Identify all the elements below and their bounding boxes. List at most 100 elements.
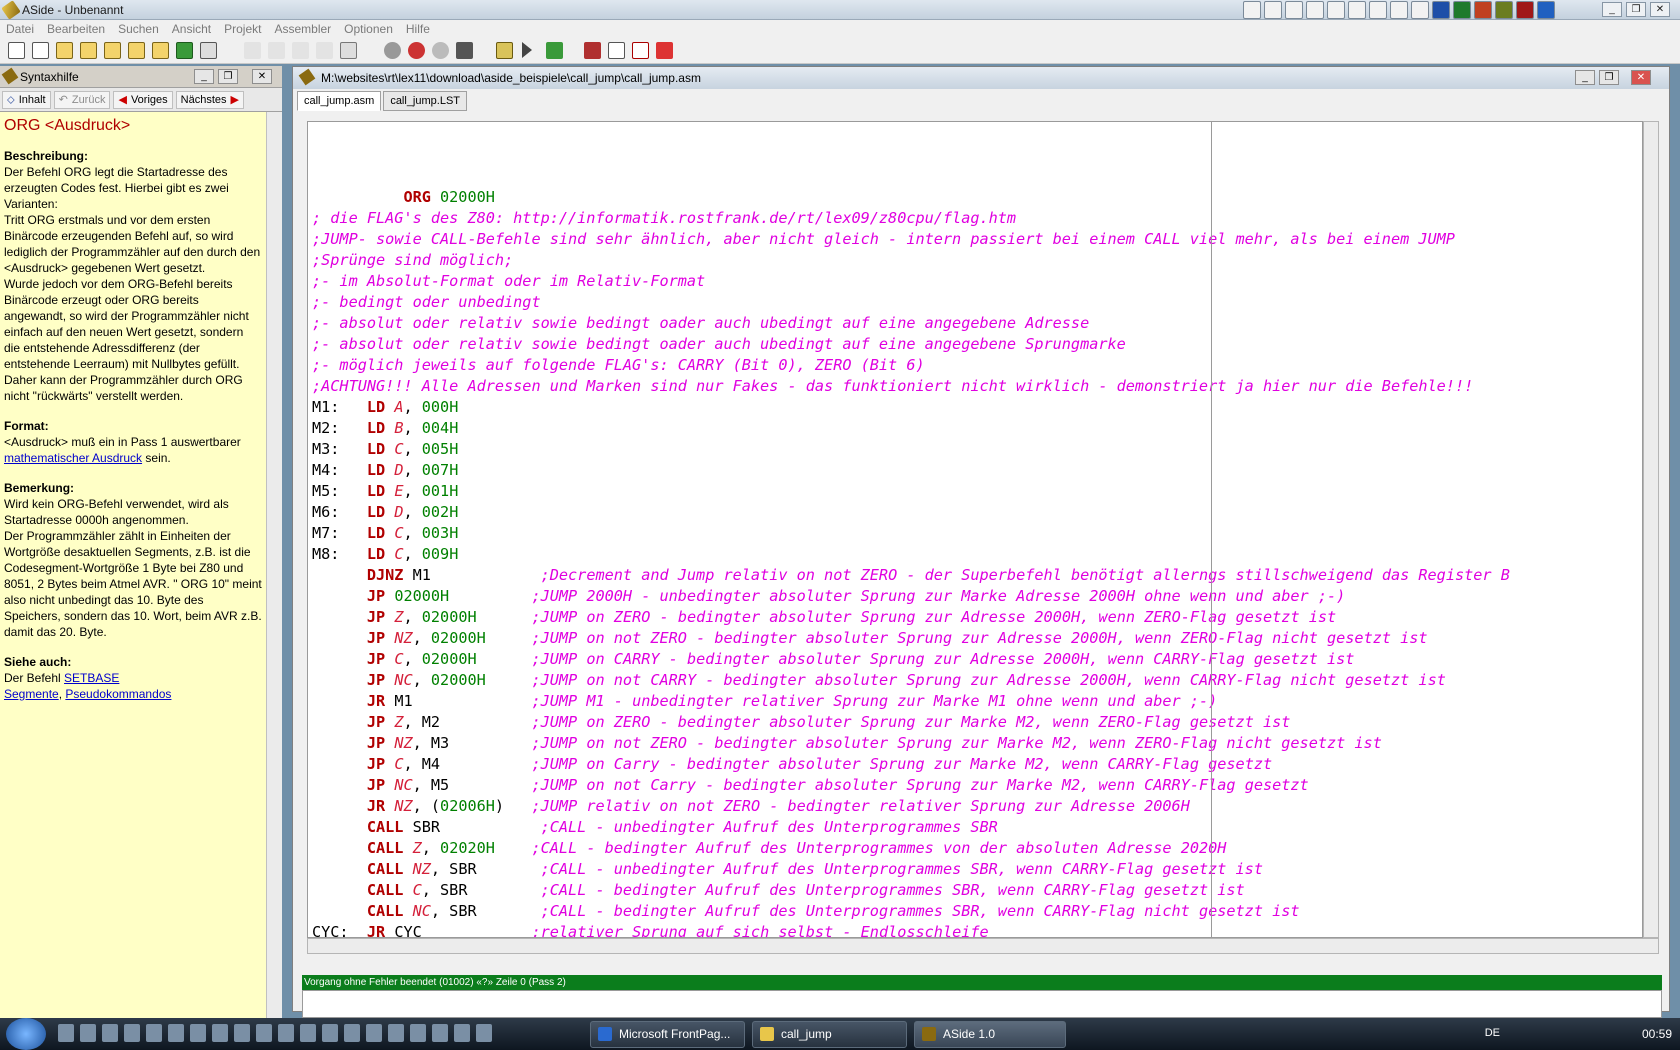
quicklaunch-icon[interactable] xyxy=(124,1024,140,1042)
shortcut-icon[interactable] xyxy=(1369,1,1387,19)
save-icon[interactable] xyxy=(176,42,193,59)
format-text: <Ausdruck> muß ein in Pass 1 auswertbare… xyxy=(4,435,241,465)
exit-icon[interactable] xyxy=(656,42,673,59)
shortcut-icon[interactable] xyxy=(1348,1,1366,19)
quicklaunch-icon[interactable] xyxy=(476,1024,492,1042)
taskbar-item-aside[interactable]: ASide 1.0 xyxy=(914,1021,1066,1048)
panel-restore-button[interactable]: ❐ xyxy=(218,69,238,84)
shortcut-icon[interactable] xyxy=(1285,1,1303,19)
shortcut-icon[interactable] xyxy=(1495,1,1513,19)
code-editor[interactable]: ORG 02000H ; die FLAG's des Z80: http://i… xyxy=(307,121,1643,938)
paste-icon[interactable] xyxy=(316,42,333,59)
code-line: ;- absolut oder relativ sowie bedingt oa… xyxy=(312,314,1090,332)
new-document-icon[interactable] xyxy=(32,42,49,59)
menu-assembler[interactable]: Assembler xyxy=(274,20,338,38)
bookmark-icon[interactable] xyxy=(456,42,473,59)
taskbar-item-call-jump[interactable]: call_jump xyxy=(752,1021,907,1048)
language-indicator[interactable]: DE xyxy=(1485,1027,1500,1039)
quicklaunch-icon[interactable] xyxy=(256,1024,272,1042)
clock[interactable]: 00:59 xyxy=(1642,1027,1672,1041)
restore-button[interactable]: ❐ xyxy=(1626,2,1646,17)
folder-icon[interactable] xyxy=(128,42,145,59)
print-icon[interactable] xyxy=(200,42,217,59)
folder-icon[interactable] xyxy=(104,42,121,59)
powerpoint-icon[interactable] xyxy=(1474,1,1492,19)
run-icon[interactable] xyxy=(522,42,532,58)
search-icon[interactable] xyxy=(384,42,401,59)
quicklaunch-icon[interactable] xyxy=(322,1024,338,1042)
help-heading: ORG <Ausdruck> xyxy=(4,117,131,134)
quicklaunch-icon[interactable] xyxy=(212,1024,228,1042)
shortcut-icon[interactable] xyxy=(1243,1,1261,19)
shortcut-icon[interactable] xyxy=(1537,1,1555,19)
shortcut-icon[interactable] xyxy=(1411,1,1429,19)
quicklaunch-icon[interactable] xyxy=(190,1024,206,1042)
word-icon[interactable] xyxy=(1432,1,1450,19)
quicklaunch-icon[interactable] xyxy=(410,1024,426,1042)
quicklaunch-icon[interactable] xyxy=(234,1024,250,1042)
contents-button[interactable]: ⬦ Inhalt xyxy=(2,91,51,109)
excel-icon[interactable] xyxy=(1453,1,1471,19)
shortcut-icon[interactable] xyxy=(1390,1,1408,19)
mail-icon[interactable] xyxy=(1306,1,1324,19)
menu-suchen[interactable]: Suchen xyxy=(118,20,166,38)
pseudokommandos-link[interactable]: Pseudokommandos xyxy=(65,687,171,701)
close-button[interactable]: ✕ xyxy=(1650,2,1670,17)
undo-icon[interactable] xyxy=(244,42,261,59)
copy-icon[interactable] xyxy=(292,42,309,59)
help-scrollbar[interactable] xyxy=(266,112,282,1018)
editor-minimize-button[interactable]: _ xyxy=(1575,70,1595,85)
quicklaunch-icon[interactable] xyxy=(454,1024,470,1042)
setbase-link[interactable]: SETBASE xyxy=(64,671,119,685)
segmente-link[interactable]: Segmente xyxy=(4,687,59,701)
back-button[interactable]: ↶ Zurück xyxy=(53,91,111,109)
assemble-icon[interactable] xyxy=(496,42,513,59)
minimize-button[interactable]: _ xyxy=(1602,2,1622,17)
panel-minimize-button[interactable]: _ xyxy=(194,69,214,84)
start-button[interactable] xyxy=(6,1018,46,1050)
tab-call-jump-lst[interactable]: call_jump.LST xyxy=(383,91,468,111)
quicklaunch-icon[interactable] xyxy=(300,1024,316,1042)
quicklaunch-icon[interactable] xyxy=(58,1024,74,1042)
open-folder-icon[interactable] xyxy=(80,42,97,59)
quicklaunch-icon[interactable] xyxy=(102,1024,118,1042)
open-icon[interactable] xyxy=(56,42,73,59)
menu-optionen[interactable]: Optionen xyxy=(344,20,400,38)
quicklaunch-icon[interactable] xyxy=(432,1024,448,1042)
help-book-icon[interactable] xyxy=(584,42,601,59)
quicklaunch-icon[interactable] xyxy=(168,1024,184,1042)
vertical-scrollbar[interactable] xyxy=(1643,121,1659,938)
quicklaunch-icon[interactable] xyxy=(344,1024,360,1042)
quicklaunch-icon[interactable] xyxy=(388,1024,404,1042)
menu-ansicht[interactable]: Ansicht xyxy=(172,20,218,38)
folder-icon[interactable] xyxy=(152,42,169,59)
menu-hilfe[interactable]: Hilfe xyxy=(406,20,437,38)
shortcut-icon[interactable] xyxy=(1264,1,1282,19)
help-icon[interactable] xyxy=(608,42,625,59)
math-expression-link[interactable]: mathematischer Ausdruck xyxy=(4,451,142,465)
cut-icon[interactable] xyxy=(268,42,285,59)
taskbar-item-frontpage[interactable]: Microsoft FrontPag... xyxy=(590,1021,745,1048)
menu-bearbeiten[interactable]: Bearbeiten xyxy=(47,20,112,38)
previous-button[interactable]: ◀ Voriges xyxy=(113,91,173,109)
search-again-icon[interactable] xyxy=(432,42,449,59)
quicklaunch-icon[interactable] xyxy=(80,1024,96,1042)
access-icon[interactable] xyxy=(1516,1,1534,19)
new-file-icon[interactable] xyxy=(8,42,25,59)
edit-icon[interactable] xyxy=(340,42,357,59)
editor-close-button[interactable]: ✕ xyxy=(1631,70,1651,85)
shortcut-icon[interactable] xyxy=(1327,1,1345,19)
horizontal-scrollbar[interactable] xyxy=(307,938,1659,954)
quicklaunch-icon[interactable] xyxy=(278,1024,294,1042)
editor-restore-button[interactable]: ❐ xyxy=(1599,70,1619,85)
menu-datei[interactable]: Datei xyxy=(6,20,41,38)
check-icon[interactable] xyxy=(546,42,563,59)
replace-icon[interactable] xyxy=(408,42,425,59)
tab-call-jump-asm[interactable]: call_jump.asm xyxy=(297,91,382,111)
quicklaunch-icon[interactable] xyxy=(146,1024,162,1042)
next-button[interactable]: Nächstes ▶ xyxy=(175,91,244,109)
info-icon[interactable] xyxy=(632,42,649,59)
panel-close-button[interactable]: ✕ xyxy=(252,69,272,84)
menu-projekt[interactable]: Projekt xyxy=(224,20,268,38)
quicklaunch-icon[interactable] xyxy=(366,1024,382,1042)
